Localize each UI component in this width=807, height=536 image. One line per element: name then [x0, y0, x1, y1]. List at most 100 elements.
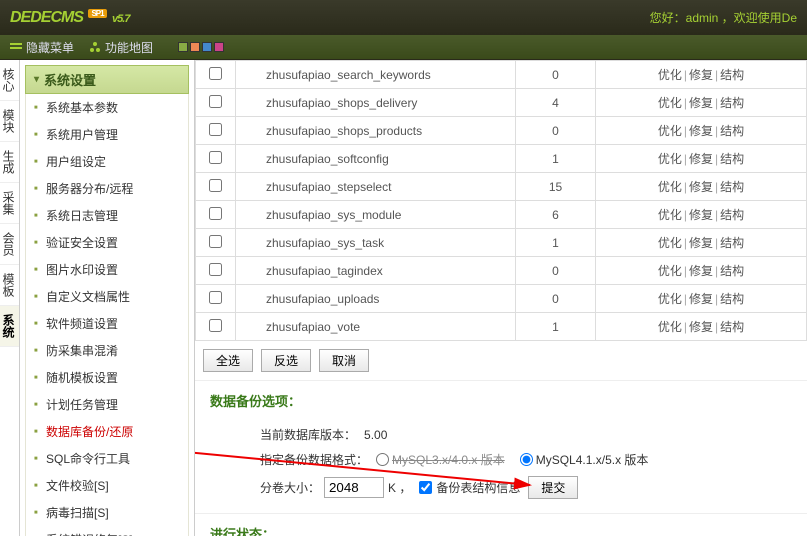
optimize-link[interactable]: 优化	[658, 236, 682, 250]
optimize-link[interactable]: 优化	[658, 320, 682, 334]
row-checkbox[interactable]	[209, 263, 222, 276]
sidebar-item[interactable]: 软件频道设置	[26, 310, 188, 337]
row-actions: 优化|修复|结构	[596, 201, 807, 229]
invert-selection-button[interactable]: 反选	[261, 349, 311, 372]
row-checkbox[interactable]	[209, 67, 222, 80]
sidebar-item[interactable]: 验证安全设置	[26, 229, 188, 256]
table-actions: 全选 反选 取消	[195, 341, 807, 380]
format-mysql4-option[interactable]: MySQL4.1.x/5.x 版本	[520, 451, 649, 468]
select-all-button[interactable]: 全选	[203, 349, 253, 372]
repair-link[interactable]: 修复	[689, 152, 713, 166]
side-nav-0[interactable]: 核心	[0, 60, 19, 101]
optimize-link[interactable]: 优化	[658, 264, 682, 278]
format-mysql3-option[interactable]: MySQL3.x/4.0.x 版本	[376, 451, 505, 468]
sidebar-item[interactable]: 系统基本参数	[26, 94, 188, 121]
color-orange[interactable]	[190, 42, 200, 52]
chunk-size-input[interactable]	[324, 477, 384, 498]
sidebar-item[interactable]: 图片水印设置	[26, 256, 188, 283]
header-bar: DEDECMS SP1 v5.7 您好：admin ，欢迎使用De	[0, 0, 807, 35]
row-checkbox[interactable]	[209, 319, 222, 332]
row-checkbox[interactable]	[209, 123, 222, 136]
hide-menu-toggle[interactable]: 隐藏菜单	[10, 39, 74, 56]
repair-link[interactable]: 修复	[689, 68, 713, 82]
repair-link[interactable]: 修复	[689, 208, 713, 222]
vertical-nav: 核心模块生成采集会员模板系统	[0, 60, 20, 536]
sidebar-item[interactable]: 数据库备份/还原	[26, 418, 188, 445]
db-version-row: 当前数据库版本： 5.00	[210, 422, 792, 447]
row-checkbox[interactable]	[209, 235, 222, 248]
structure-link[interactable]: 结构	[720, 320, 744, 334]
table-row: zhusufapiao_tagindex0优化|修复|结构	[196, 257, 807, 285]
table-row: zhusufapiao_shops_products0优化|修复|结构	[196, 117, 807, 145]
row-checkbox[interactable]	[209, 95, 222, 108]
structure-link[interactable]: 结构	[720, 208, 744, 222]
color-pink[interactable]	[214, 42, 224, 52]
structure-link[interactable]: 结构	[720, 236, 744, 250]
sidebar-item[interactable]: SQL命令行工具	[26, 445, 188, 472]
optimize-link[interactable]: 优化	[658, 180, 682, 194]
row-checkbox[interactable]	[209, 179, 222, 192]
optimize-link[interactable]: 优化	[658, 292, 682, 306]
structure-link[interactable]: 结构	[720, 152, 744, 166]
side-nav-3[interactable]: 采集	[0, 183, 19, 224]
sidebar-header-system[interactable]: 系统设置	[25, 65, 189, 94]
sidebar-item[interactable]: 系统错误修复[S]	[26, 526, 188, 536]
optimize-link[interactable]: 优化	[658, 124, 682, 138]
row-count: 6	[516, 201, 596, 229]
progress-section: 进行状态：	[195, 513, 807, 536]
repair-link[interactable]: 修复	[689, 180, 713, 194]
backup-structure-checkbox[interactable]	[419, 481, 432, 494]
repair-link[interactable]: 修复	[689, 320, 713, 334]
hide-menu-label: 隐藏菜单	[26, 39, 74, 56]
sidebar-item[interactable]: 系统日志管理	[26, 202, 188, 229]
repair-link[interactable]: 修复	[689, 264, 713, 278]
side-nav-5[interactable]: 模板	[0, 265, 19, 306]
sidebar-item[interactable]: 服务器分布/远程	[26, 175, 188, 202]
main-content: zhusufapiao_search_keywords0优化|修复|结构zhus…	[195, 60, 807, 536]
sidebar-item[interactable]: 自定义文档属性	[26, 283, 188, 310]
side-nav-4[interactable]: 会员	[0, 224, 19, 265]
side-nav-1[interactable]: 模块	[0, 101, 19, 142]
sidebar-item[interactable]: 用户组设定	[26, 148, 188, 175]
logo-text: DEDECMS	[10, 9, 83, 26]
optimize-link[interactable]: 优化	[658, 208, 682, 222]
table-name-cell: zhusufapiao_tagindex	[236, 257, 516, 285]
sidebar-item[interactable]: 计划任务管理	[26, 391, 188, 418]
structure-link[interactable]: 结构	[720, 124, 744, 138]
site-map-link[interactable]: 功能地图	[89, 39, 153, 56]
sidebar-item[interactable]: 防采集串混淆	[26, 337, 188, 364]
structure-link[interactable]: 结构	[720, 180, 744, 194]
table-row: zhusufapiao_search_keywords0优化|修复|结构	[196, 61, 807, 89]
table-row: zhusufapiao_stepselect15优化|修复|结构	[196, 173, 807, 201]
optimize-link[interactable]: 优化	[658, 96, 682, 110]
format-mysql4-label: MySQL4.1.x/5.x 版本	[536, 451, 649, 468]
row-checkbox[interactable]	[209, 207, 222, 220]
optimize-link[interactable]: 优化	[658, 68, 682, 82]
structure-link[interactable]: 结构	[720, 292, 744, 306]
repair-link[interactable]: 修复	[689, 96, 713, 110]
row-checkbox[interactable]	[209, 291, 222, 304]
repair-link[interactable]: 修复	[689, 292, 713, 306]
structure-link[interactable]: 结构	[720, 96, 744, 110]
sidebar-item[interactable]: 病毒扫描[S]	[26, 499, 188, 526]
optimize-link[interactable]: 优化	[658, 152, 682, 166]
submit-button[interactable]: 提交	[528, 476, 578, 499]
repair-link[interactable]: 修复	[689, 124, 713, 138]
sidebar-item[interactable]: 系统用户管理	[26, 121, 188, 148]
structure-link[interactable]: 结构	[720, 264, 744, 278]
row-checkbox[interactable]	[209, 151, 222, 164]
repair-link[interactable]: 修复	[689, 236, 713, 250]
structure-link[interactable]: 结构	[720, 68, 744, 82]
color-blue[interactable]	[202, 42, 212, 52]
color-green[interactable]	[178, 42, 188, 52]
backup-structure-option[interactable]: 备份表结构信息	[419, 479, 520, 496]
db-tables-list: zhusufapiao_search_keywords0优化|修复|结构zhus…	[195, 60, 807, 341]
format-mysql4-radio[interactable]	[520, 453, 533, 466]
sidebar-item[interactable]: 文件校验[S]	[26, 472, 188, 499]
format-mysql3-radio[interactable]	[376, 453, 389, 466]
row-actions: 优化|修复|结构	[596, 173, 807, 201]
side-nav-2[interactable]: 生成	[0, 142, 19, 183]
cancel-selection-button[interactable]: 取消	[319, 349, 369, 372]
side-nav-6[interactable]: 系统	[0, 306, 19, 347]
sidebar-item[interactable]: 随机模板设置	[26, 364, 188, 391]
